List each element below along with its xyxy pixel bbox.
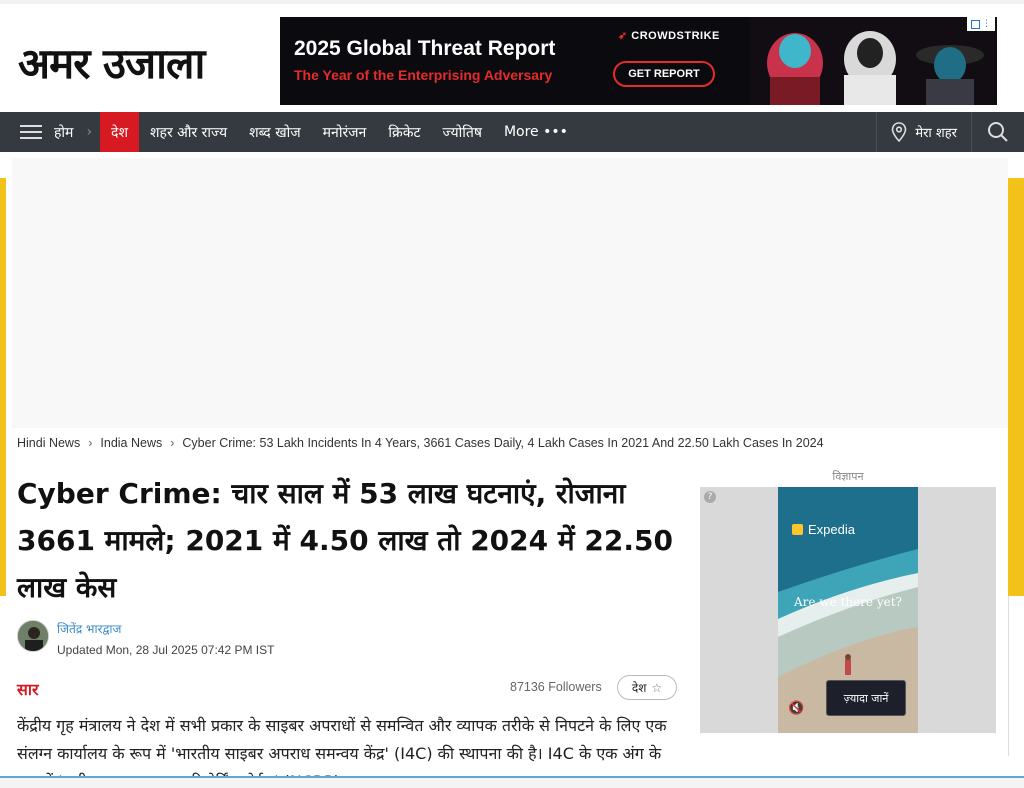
breadcrumb-current: Cyber Crime: 53 Lakh Incidents In 4 Year…: [182, 436, 824, 450]
author-name[interactable]: जितेंद्र भारद्वाज: [57, 620, 274, 637]
breadcrumb: Hindi News › India News › Cyber Crime: 53 La…: [17, 436, 824, 450]
leaderboard-ad-slot: [12, 158, 1008, 428]
right-skin-ad-lower: [1008, 596, 1024, 756]
bottom-bar: [0, 778, 1024, 788]
left-skin-ad[interactable]: [0, 178, 6, 596]
follow-topic-button[interactable]: देश ☆: [617, 675, 677, 700]
breadcrumb-hindi-news[interactable]: Hindi News: [17, 436, 80, 450]
article-summary: केंद्रीय गृह मंत्रालय ने देश में सभी प्र…: [17, 716, 667, 776]
main-nav: होम › देश शहर और राज्य शब्द खोज मनोरंजन …: [0, 112, 1024, 152]
nav-entertainment[interactable]: मनोरंजन: [312, 112, 378, 152]
ad-brand: ➶ CROWDSTRIKE: [618, 30, 720, 42]
menu-icon[interactable]: [20, 121, 42, 143]
expedia-mark-icon: [792, 524, 803, 535]
my-city-button[interactable]: मेरा शहर: [876, 112, 972, 152]
updated-time: Updated Mon, 28 Jul 2025 07:42 PM IST: [57, 643, 275, 657]
my-city-label: मेरा शहर: [915, 126, 957, 141]
nav-word-search[interactable]: शब्द खोज: [238, 112, 312, 152]
top-ad-banner[interactable]: 2025 Global Threat Report The Year of th…: [280, 17, 997, 105]
search-icon: [988, 122, 1008, 142]
followers-count: 87136 Followers: [510, 680, 602, 694]
site-header: अमर उजाला 2025 Global Threat Report The …: [0, 4, 1024, 112]
follow-topic-label: देश: [631, 681, 647, 695]
nav-astrology[interactable]: ज्योतिष: [432, 112, 493, 152]
ad-choices-icon[interactable]: ⋮: [967, 17, 995, 31]
ad-subtitle: The Year of the Enterprising Adversary: [294, 67, 553, 83]
nav-home[interactable]: होम: [54, 112, 84, 152]
location-pin-icon: [892, 122, 907, 142]
side-ad[interactable]: ? Expedia Are we there yet? 🔇 ज़्यादा जा…: [700, 487, 996, 733]
mute-icon[interactable]: 🔇: [788, 701, 804, 716]
ad-title: 2025 Global Threat Report: [294, 37, 556, 60]
right-skin-ad[interactable]: [1008, 178, 1024, 596]
search-button[interactable]: [972, 112, 1024, 152]
summary-label: सार: [17, 680, 39, 699]
expedia-ad-creative[interactable]: Expedia Are we there yet? 🔇 ज़्यादा जाने…: [778, 487, 918, 733]
author-avatar[interactable]: [17, 620, 49, 652]
nav-cricket[interactable]: क्रिकेट: [377, 112, 431, 152]
falcon-icon: ➶: [618, 30, 628, 42]
ad-label: विज्ञापन: [832, 470, 864, 483]
article-title: Cyber Crime: चार साल में 53 लाख घटनाएं, …: [17, 477, 673, 604]
author-block: जितेंद्र भारद्वाज Updated Mon, 28 Jul 20…: [17, 620, 274, 657]
ad-info-icon[interactable]: ?: [704, 491, 716, 503]
chevron-right-icon: ›: [86, 124, 93, 140]
get-report-button[interactable]: GET REPORT: [613, 61, 715, 87]
star-icon: ☆: [651, 680, 663, 695]
nav-city-state[interactable]: शहर और राज्य: [139, 112, 238, 152]
expedia-logo: Expedia: [792, 522, 855, 537]
site-logo[interactable]: अमर उजाला: [18, 34, 205, 91]
ad-artwork: [750, 17, 997, 105]
learn-more-button[interactable]: ज़्यादा जानें: [826, 680, 906, 716]
nav-desh[interactable]: देश: [100, 112, 140, 152]
ad-tagline: Are we there yet?: [794, 595, 902, 609]
breadcrumb-india-news[interactable]: India News: [100, 436, 162, 450]
nav-more[interactable]: More •••: [493, 112, 579, 152]
